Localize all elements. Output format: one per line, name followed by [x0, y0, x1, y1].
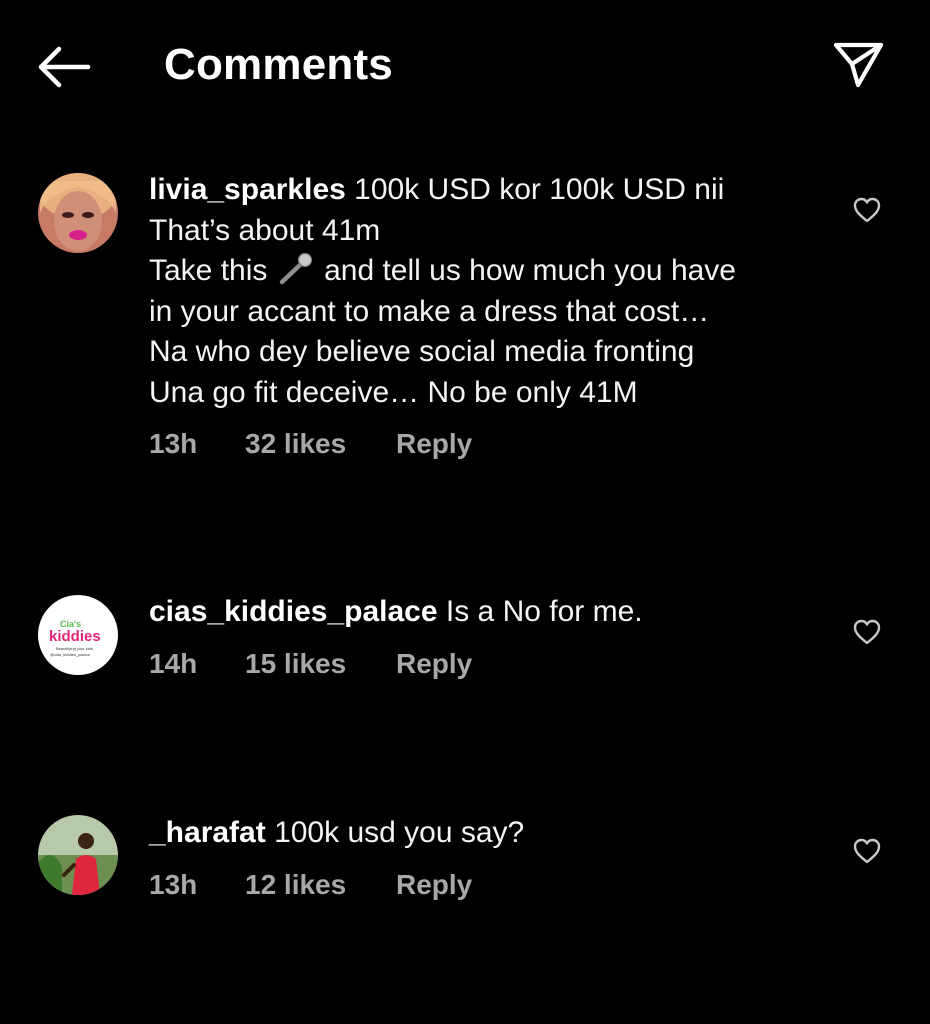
heart-outline-icon	[853, 619, 881, 645]
comment-meta: 13h 32 likes Reply	[149, 427, 829, 461]
share-button[interactable]	[830, 40, 886, 90]
reply-button[interactable]: Reply	[396, 647, 472, 681]
page-title: Comments	[164, 40, 393, 89]
paper-plane-icon	[833, 42, 884, 88]
like-button[interactable]	[852, 837, 882, 865]
back-button[interactable]	[34, 44, 92, 90]
comment-username[interactable]: livia_sparkles	[149, 173, 346, 206]
like-button[interactable]	[852, 196, 882, 224]
comment-likes-count[interactable]: 12 likes	[245, 868, 396, 902]
logo-handle: @cias_kiddies_palace	[50, 652, 91, 657]
avatar-photo	[38, 815, 118, 895]
avatar[interactable]: Cia's kiddies Beautifying your kids @cia…	[38, 595, 118, 675]
logo-text-main: kiddies	[49, 628, 101, 645]
comment-text-line: Is a No for me.	[445, 595, 643, 628]
like-button[interactable]	[852, 618, 882, 646]
comment-timestamp: 13h	[149, 428, 198, 459]
microphone-emoji	[279, 252, 312, 285]
comment-text: livia_sparkles 100k USD kor 100k USD nii…	[149, 170, 829, 413]
comment-body: _harafat 100k usd you say? 13h 12 likes Re…	[149, 813, 829, 902]
arrow-left-icon	[38, 46, 91, 88]
comment-text-line: in your accant to make a dress that cost…	[149, 294, 710, 328]
comment-text-line: Una go fit deceive… No be only 41M	[149, 375, 638, 409]
heart-outline-icon	[853, 838, 881, 864]
comment-body: livia_sparkles 100k USD kor 100k USD nii…	[149, 170, 829, 461]
avatar-logo: Cia's kiddies Beautifying your kids @cia…	[38, 595, 118, 675]
comment-likes-count[interactable]: 32 likes	[245, 427, 396, 461]
comment-text-line: and tell us how much you have	[324, 254, 736, 287]
comment-text: _harafat 100k usd you say?	[149, 813, 829, 854]
comment-meta: 13h 12 likes Reply	[149, 868, 829, 902]
comment-body: cias_kiddies_palace Is a No for me. 14h 1…	[149, 592, 829, 681]
avatar[interactable]	[38, 815, 118, 895]
comment-timestamp: 13h	[149, 868, 198, 900]
comment-text-line: 100k USD kor 100k USD nii	[354, 173, 725, 206]
heart-outline-icon	[853, 197, 881, 223]
comment-text-line: That’s about 41m	[149, 213, 381, 247]
comment-likes-count[interactable]: 15 likes	[245, 647, 396, 681]
comment-username[interactable]: cias_kiddies_palace	[149, 595, 438, 628]
comment-username[interactable]: _harafat	[149, 816, 266, 849]
avatar-photo	[38, 173, 118, 253]
avatar[interactable]	[38, 173, 118, 253]
comment-timestamp: 14h	[149, 647, 198, 679]
comment-text-line: Na who dey believe social media fronting	[149, 335, 695, 368]
comment-meta: 14h 15 likes Reply	[149, 647, 829, 681]
reply-button[interactable]: Reply	[396, 427, 472, 461]
header-bar: Comments	[0, 0, 930, 130]
comment-text-line: 100k usd you say?	[274, 816, 525, 849]
reply-button[interactable]: Reply	[396, 868, 472, 902]
comment-text-line: Take this	[149, 254, 268, 287]
logo-tagline: Beautifying your kids	[56, 646, 93, 651]
comment-text: cias_kiddies_palace Is a No for me.	[149, 592, 829, 633]
